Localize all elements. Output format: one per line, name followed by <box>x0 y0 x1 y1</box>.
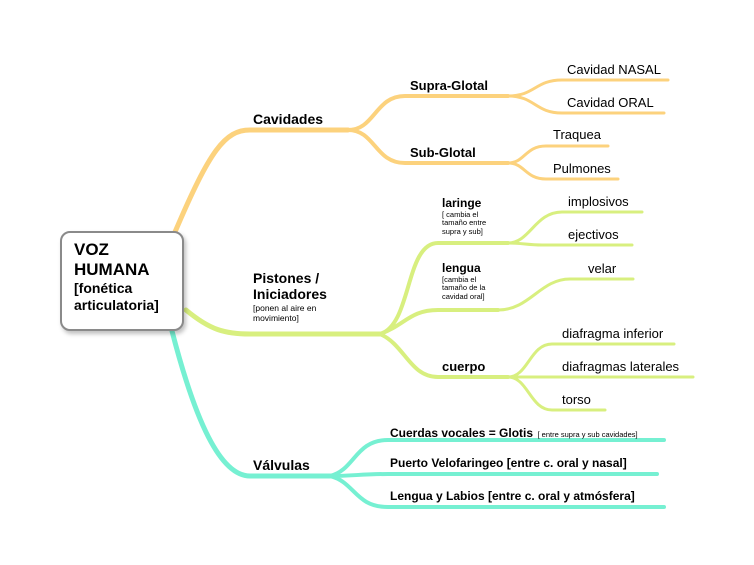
node-velar[interactable]: velar <box>588 261 616 277</box>
node-torso[interactable]: torso <box>562 392 591 408</box>
branch-cavidades-supra <box>346 94 510 132</box>
node-pulmones[interactable]: Pulmones <box>553 161 611 177</box>
node-cuerdas-vocales[interactable]: Cuerdas vocales = Glotis [ entre supra y… <box>390 424 638 442</box>
node-sub-glotal[interactable]: Sub-Glotal <box>410 145 476 161</box>
node-cavidad-nasal[interactable]: Cavidad NASAL <box>567 62 661 78</box>
node-cavidad-oral[interactable]: Cavidad ORAL <box>567 95 654 111</box>
node-puerto-velofaringeo[interactable]: Puerto Velofaringeo [entre c. oral y nas… <box>390 456 627 471</box>
node-valvulas[interactable]: Válvulas <box>253 457 310 473</box>
lengua-note-line3: cavidad oral] <box>442 292 485 302</box>
pistones-label-line1: Pistones / <box>253 270 320 286</box>
node-pistones[interactable]: Pistones / Iniciadores [ponen al aire en… <box>253 270 327 324</box>
pistones-label-line2: Iniciadores <box>253 286 327 303</box>
node-lengua[interactable]: lengua [cambia el tamaño de la cavidad o… <box>442 261 485 302</box>
root-subtitle-line2: articulatoria] <box>74 297 159 314</box>
node-cavidades[interactable]: Cavidades <box>253 111 323 127</box>
laringe-note-line3: supra y sub] <box>442 227 483 237</box>
cuerdas-vocales-note: [ entre supra y sub cavidades] <box>537 430 638 439</box>
branch-root-valvulas <box>169 328 333 479</box>
branch-root-cavidades <box>172 127 351 235</box>
root-title-line2: HUMANA <box>74 260 150 280</box>
root-subtitle-line1: [fonética <box>74 280 133 297</box>
node-cuerpo[interactable]: cuerpo <box>442 359 485 375</box>
node-diafragmas-laterales[interactable]: diafragmas laterales <box>562 359 679 375</box>
cuerdas-vocales-label: Cuerdas vocales = Glotis <box>390 426 534 440</box>
root-title-line1: VOZ <box>74 240 109 259</box>
node-laringe[interactable]: laringe [ cambia el tamaño entre supra y… <box>442 196 486 237</box>
node-ejectivos[interactable]: ejectivos <box>568 227 619 243</box>
node-traquea[interactable]: Traquea <box>553 127 601 143</box>
branch-cavidad-nasal <box>506 78 670 98</box>
branch-ejectivos <box>506 241 634 247</box>
pistones-note-line2: movimiento] <box>253 313 299 324</box>
node-supra-glotal[interactable]: Supra-Glotal <box>410 78 488 94</box>
laringe-label: laringe <box>442 196 482 210</box>
node-diafragma-inferior[interactable]: diafragma inferior <box>562 326 663 342</box>
valvulas-branches <box>169 328 666 509</box>
node-lengua-labios[interactable]: Lengua y Labios [entre c. oral y atmósfe… <box>390 489 635 504</box>
lengua-label: lengua <box>442 261 481 275</box>
pistones-note-line1: [ponen al aire en <box>253 303 317 314</box>
branch-velar <box>496 277 635 312</box>
root-node[interactable]: VOZ HUMANA [fonética articulatoria] <box>60 231 184 331</box>
branch-puerto-velofaringeo <box>328 472 659 478</box>
node-implosivos[interactable]: implosivos <box>568 194 629 210</box>
